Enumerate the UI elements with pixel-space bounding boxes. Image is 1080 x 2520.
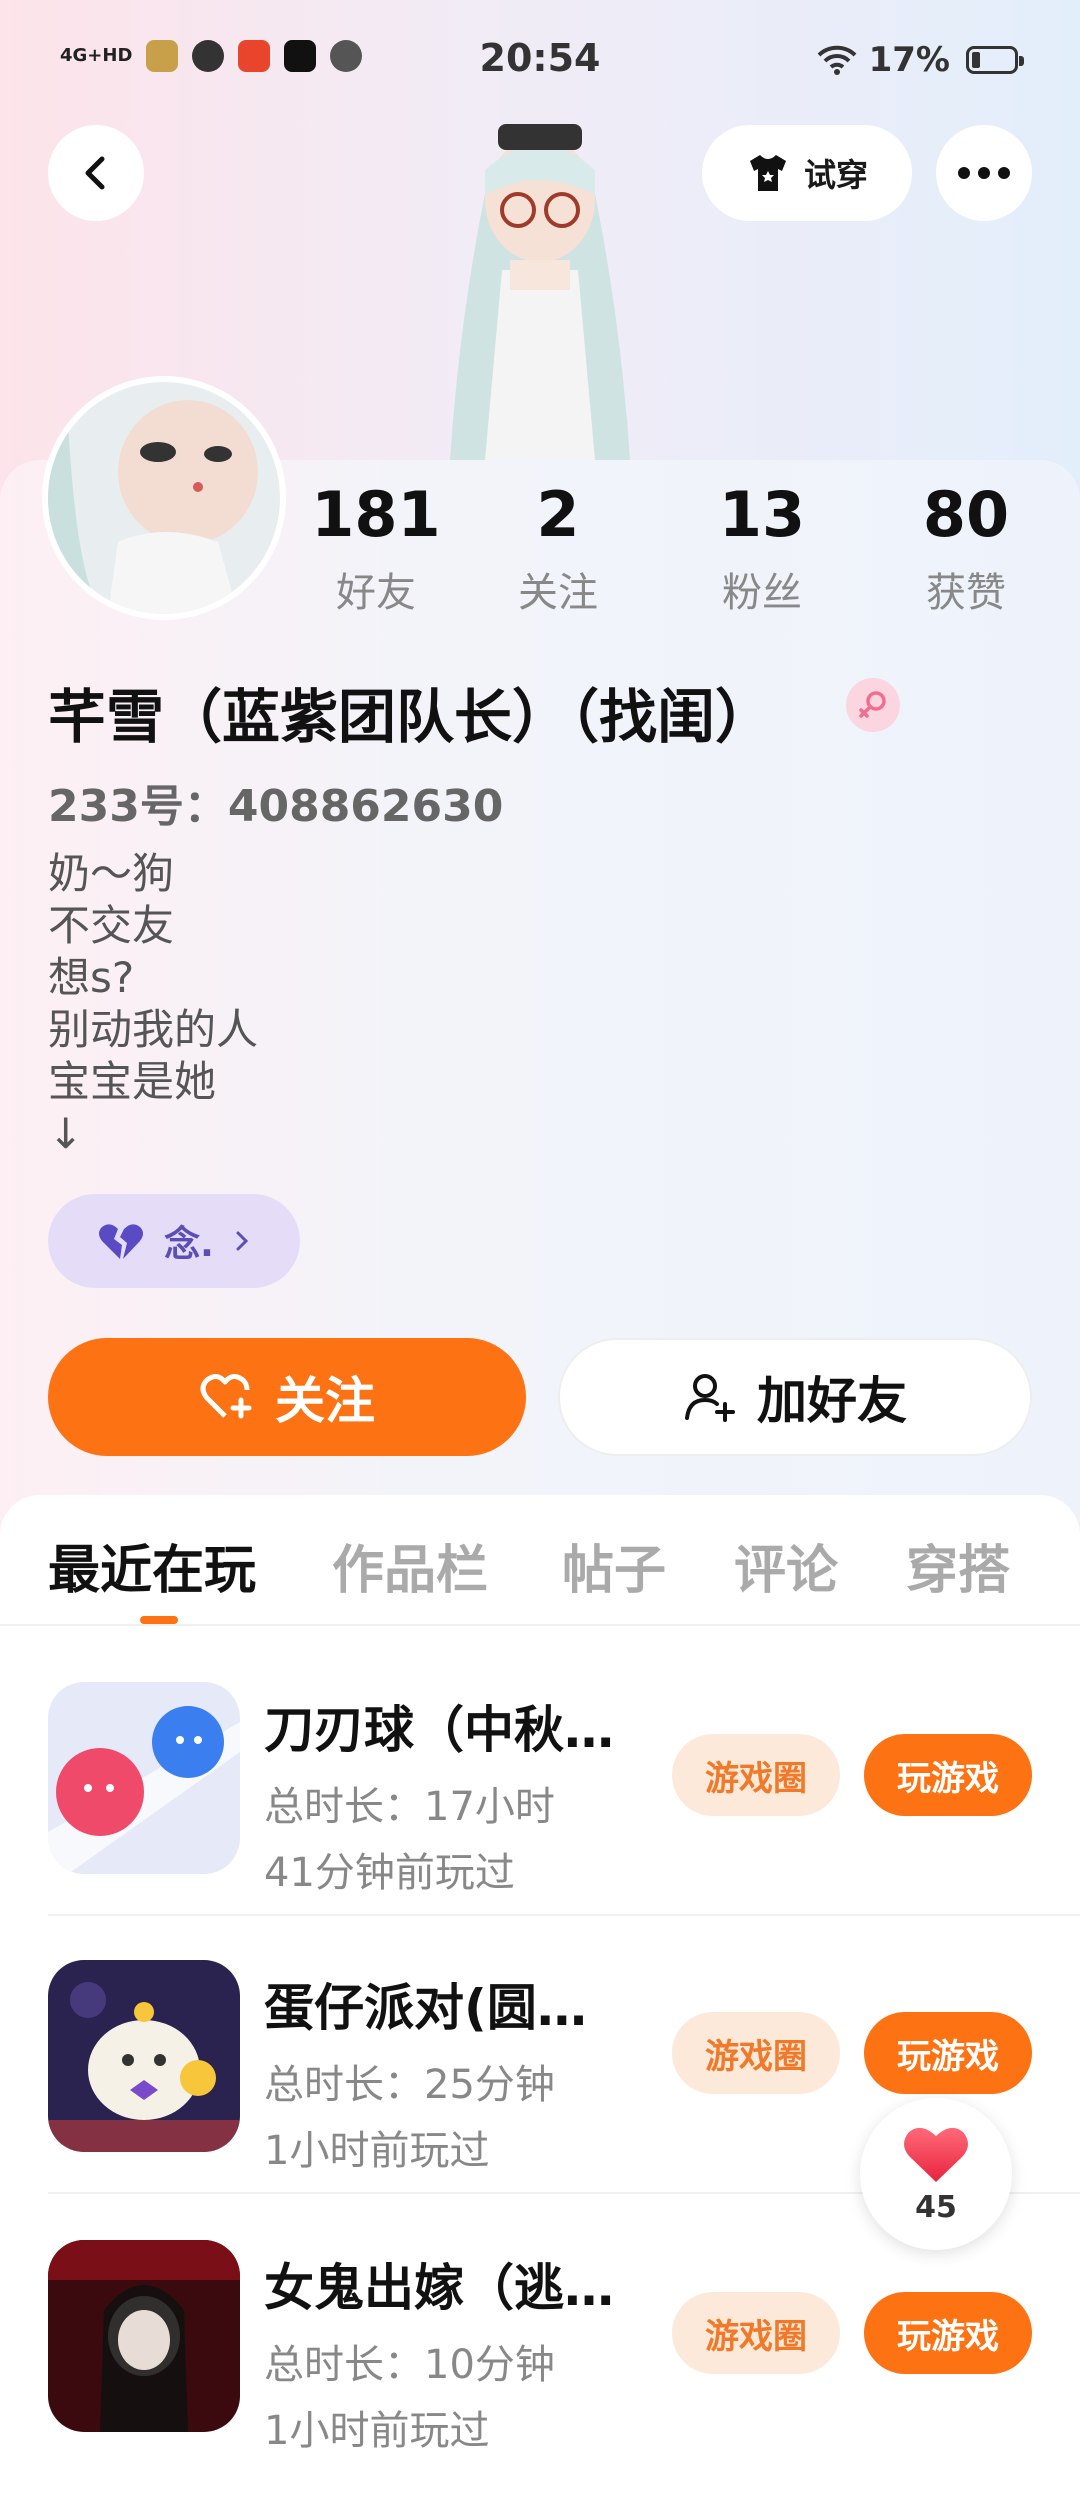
heart-icon (904, 2127, 968, 2182)
like-button[interactable]: 45 (860, 2098, 1012, 2250)
battery-icon (966, 46, 1024, 74)
broken-heart-icon (99, 1224, 144, 1259)
play-game-button[interactable]: 玩游戏 (864, 2012, 1032, 2094)
bio-line: 宝宝是她 (48, 1057, 217, 1106)
try-on-label: 试穿 (803, 156, 868, 194)
game-circle-button[interactable]: 游戏圈 (672, 2012, 840, 2094)
game-name: 刀刃球（中秋… (264, 1701, 614, 1759)
stat-following-label: 关注 (518, 570, 598, 616)
stat-fans[interactable]: 13 粉丝 (682, 480, 842, 618)
female-gender-icon (846, 678, 900, 732)
stat-friends-label: 好友 (336, 570, 416, 616)
status-right: 17% (817, 40, 950, 80)
bio-line: 奶～狗 (48, 849, 175, 898)
stat-likes-value: 80 (922, 478, 1010, 551)
game-name: 蛋仔派对(圆… (264, 1979, 587, 2037)
heart-plus-icon (200, 1374, 252, 1419)
tab-comments[interactable]: 评论 (734, 1528, 838, 1603)
bio-line: 别动我的人 (48, 1005, 259, 1054)
bio-line: 想s? (48, 953, 135, 1002)
bio-line: ↓ (48, 1109, 84, 1158)
more-dots-icon (958, 167, 1010, 179)
add-user-icon (685, 1374, 735, 1422)
status-bar: 4G+HD 20:54 17% (0, 0, 1080, 120)
battery-percent: 17% (868, 40, 950, 80)
character-figure (450, 124, 630, 460)
username: 芊雪（蓝紫团队长）（找闺） (48, 683, 774, 751)
stat-friends[interactable]: 181 好友 (296, 480, 456, 618)
tab-divider (0, 1624, 1080, 1626)
game-duration: 总时长：25分钟 (264, 2062, 555, 2108)
avatar-image (48, 382, 280, 614)
stat-following-value: 2 (536, 478, 580, 551)
stat-likes-label: 获赞 (926, 570, 1006, 616)
bio-line: 不交友 (48, 901, 175, 950)
chevron-left-icon (85, 156, 105, 190)
game-last-played: 1小时前玩过 (264, 2128, 490, 2174)
chevron-right-icon (236, 1231, 248, 1251)
tab-posts[interactable]: 帖子 (562, 1528, 666, 1603)
tab-works[interactable]: 作品栏 (332, 1528, 488, 1603)
play-game-button[interactable]: 玩游戏 (864, 2292, 1032, 2374)
stat-friends-value: 181 (311, 478, 441, 551)
stat-likes[interactable]: 80 获赞 (886, 480, 1046, 618)
tshirt-icon (749, 155, 786, 191)
add-friend-label: 加好友 (757, 1372, 907, 1430)
follow-button[interactable]: 关注 (48, 1338, 526, 1456)
game-duration: 总时长：17小时 (264, 1784, 555, 1830)
bio: 奶～狗 不交友 想s? 别动我的人 宝宝是她 ↓ (48, 848, 258, 1160)
like-count: 45 (915, 2189, 957, 2225)
avatar[interactable] (48, 382, 280, 614)
stat-fans-label: 粉丝 (722, 570, 802, 616)
tab-recently-played[interactable]: 最近在玩 (48, 1528, 256, 1603)
game-icon-eggy-party (48, 1960, 240, 2152)
game-name: 女鬼出嫁（逃… (264, 2259, 614, 2317)
user-id: 233号：408862630 (48, 781, 504, 832)
game-last-played: 41分钟前玩过 (264, 1850, 515, 1896)
game-circle-button[interactable]: 游戏圈 (672, 1734, 840, 1816)
tab-outfits[interactable]: 穿搭 (906, 1528, 1010, 1603)
game-circle-button[interactable]: 游戏圈 (672, 2292, 840, 2374)
play-game-button[interactable]: 玩游戏 (864, 1734, 1032, 1816)
game-duration: 总时长：10分钟 (264, 2342, 555, 2388)
wifi-icon (817, 45, 856, 75)
stat-fans-value: 13 (718, 478, 806, 551)
game-row[interactable]: 女鬼出嫁（逃… 总时长：10分钟 1小时前玩过 游戏圈 玩游戏 (0, 2240, 1080, 2520)
stat-following[interactable]: 2 关注 (478, 480, 638, 618)
follow-label: 关注 (275, 1372, 375, 1430)
try-on-button[interactable]: 试穿 (702, 125, 912, 221)
more-button[interactable] (936, 125, 1032, 221)
back-button[interactable] (48, 125, 144, 221)
game-last-played: 1小时前玩过 (264, 2408, 490, 2454)
game-icon-ghost-bride (48, 2240, 240, 2432)
tab-indicator (140, 1616, 178, 1624)
game-row[interactable]: 刀刃球（中秋… 总时长：17小时 41分钟前玩过 游戏圈 玩游戏 (0, 1682, 1080, 1962)
relationship-tag[interactable]: 念. (48, 1194, 300, 1288)
relationship-tag-label: 念. (164, 1224, 214, 1265)
game-icon-blade-ball (48, 1682, 240, 1874)
row-divider (48, 1914, 1080, 1916)
add-friend-button[interactable]: 加好友 (558, 1338, 1032, 1456)
